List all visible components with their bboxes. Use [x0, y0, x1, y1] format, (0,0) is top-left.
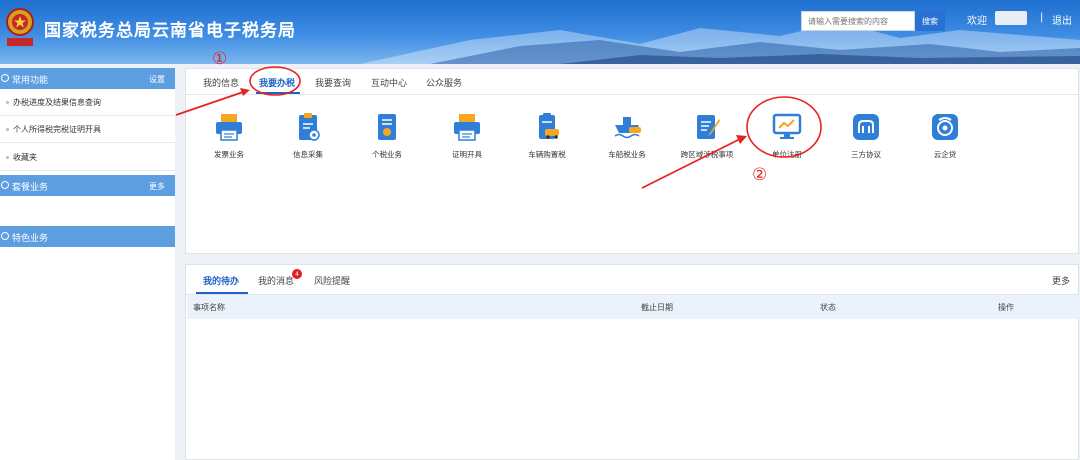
bullet-icon — [6, 128, 9, 131]
sidebar-item-label: 办税进度及结果信息查询 — [13, 98, 101, 107]
sidebar-section-common[interactable]: 常用功能 设置 — [0, 68, 175, 89]
sidebar-section-title: 套餐业务 — [12, 183, 49, 193]
service-label: 车辆购置税 — [528, 150, 566, 159]
service-label: 三方协议 — [851, 150, 881, 159]
sidebar-item-progress-query[interactable]: 办税进度及结果信息查询 — [0, 89, 175, 116]
sidebar-section-special[interactable]: 特色业务 — [0, 226, 175, 247]
search-icon — [1, 74, 9, 82]
cloud-loan-icon — [932, 114, 958, 140]
todo-panel: 我的待办 我的消息 风险提醒 更多 事项名称 截止日期 状态 操作 — [185, 264, 1079, 460]
welcome-text: 欢迎 — [967, 16, 987, 27]
sidebar-section-title: 常用功能 — [12, 76, 49, 86]
tab-my-info[interactable]: 我的信息 — [203, 76, 239, 89]
sidebar-section-title: 特色业务 — [12, 234, 49, 244]
tab-my-todo[interactable]: 我的待办 — [203, 274, 239, 287]
tab-public-services[interactable]: 公众服务 — [426, 76, 462, 89]
monitor-chart-icon — [772, 113, 802, 139]
service-label: 发票业务 — [214, 150, 244, 159]
table-header: 事项名称 截止日期 状态 操作 — [187, 295, 1079, 319]
service-label: 云企贷 — [933, 150, 957, 159]
bullet-icon — [6, 156, 9, 159]
tab-query[interactable]: 我要查询 — [315, 76, 351, 89]
sidebar-item-tax-certificate[interactable]: 个人所得税完税证明开具 — [0, 116, 175, 143]
header-separator: | — [1040, 12, 1044, 23]
clipboard-gear-icon — [299, 113, 320, 141]
active-tab-underline — [196, 292, 248, 294]
sidebar-settings-link[interactable]: 设置 — [149, 74, 165, 85]
tab-interaction[interactable]: 互动中心 — [371, 76, 407, 89]
star-icon — [1, 232, 9, 240]
column-header-deadline: 截止日期 — [641, 303, 673, 312]
package-icon — [1, 181, 9, 189]
annotation-step-1: ① — [212, 49, 228, 69]
column-header-status: 状态 — [820, 303, 836, 312]
more-link[interactable]: 更多 — [1052, 274, 1070, 287]
ship-tax-icon — [614, 117, 641, 139]
service-label: 信息采集 — [293, 150, 323, 159]
top-tab-bar: 我的信息 我要办税 我要查询 互动中心 公众服务 — [186, 69, 1078, 95]
service-label: 车船税业务 — [608, 150, 646, 159]
username-redacted — [995, 11, 1027, 25]
header-banner: 国家税务总局云南省电子税务局 搜索 欢迎 | 退出 — [0, 0, 1080, 64]
service-label: 单位注册 — [772, 150, 802, 159]
agreement-icon — [853, 114, 879, 140]
printer-icon — [216, 114, 242, 141]
sidebar-item-label: 收藏夹 — [13, 153, 37, 162]
sidebar-item-label: 个人所得税完税证明开具 — [13, 125, 101, 134]
service-label: 证明开具 — [452, 150, 482, 159]
search-input[interactable] — [801, 11, 915, 31]
bullet-icon — [6, 101, 9, 104]
service-label: 个税业务 — [372, 150, 402, 159]
sidebar-more-link[interactable]: 更多 — [149, 181, 165, 192]
logout-link[interactable]: 退出 — [1052, 12, 1072, 27]
message-count-badge: 4 — [292, 269, 302, 279]
site-title: 国家税务总局云南省电子税务局 — [44, 21, 296, 41]
tab-risk-alerts[interactable]: 风险提醒 — [314, 274, 350, 287]
car-tax-icon — [539, 113, 559, 139]
tab-my-messages[interactable]: 我的消息 — [258, 274, 294, 287]
tab-do-tax[interactable]: 我要办税 — [259, 76, 295, 89]
tax-emblem-icon — [6, 8, 34, 46]
bottom-tab-bar: 我的待办 我的消息 风险提醒 更多 — [186, 265, 1078, 295]
sidebar: 常用功能 设置 办税进度及结果信息查询 个人所得税完税证明开具 收藏夹 套餐业务… — [0, 68, 175, 460]
document-badge-icon — [378, 114, 396, 140]
printer-icon — [454, 114, 480, 141]
active-tab-underline — [256, 92, 300, 94]
services-panel: 我的信息 我要办税 我要查询 互动中心 公众服务 发票业务 信息采集 个税业务 … — [185, 68, 1079, 254]
column-header-actions: 操作 — [998, 303, 1014, 312]
search-button[interactable]: 搜索 — [915, 11, 945, 31]
document-pen-icon — [697, 115, 720, 139]
annotation-step-2: ② — [752, 165, 768, 185]
column-header-item-name: 事项名称 — [193, 303, 225, 312]
sidebar-section-packages[interactable]: 套餐业务 更多 — [0, 175, 175, 196]
sidebar-item-favorites[interactable]: 收藏夹 — [0, 144, 175, 171]
service-label: 跨区域涉税事项 — [680, 150, 734, 159]
